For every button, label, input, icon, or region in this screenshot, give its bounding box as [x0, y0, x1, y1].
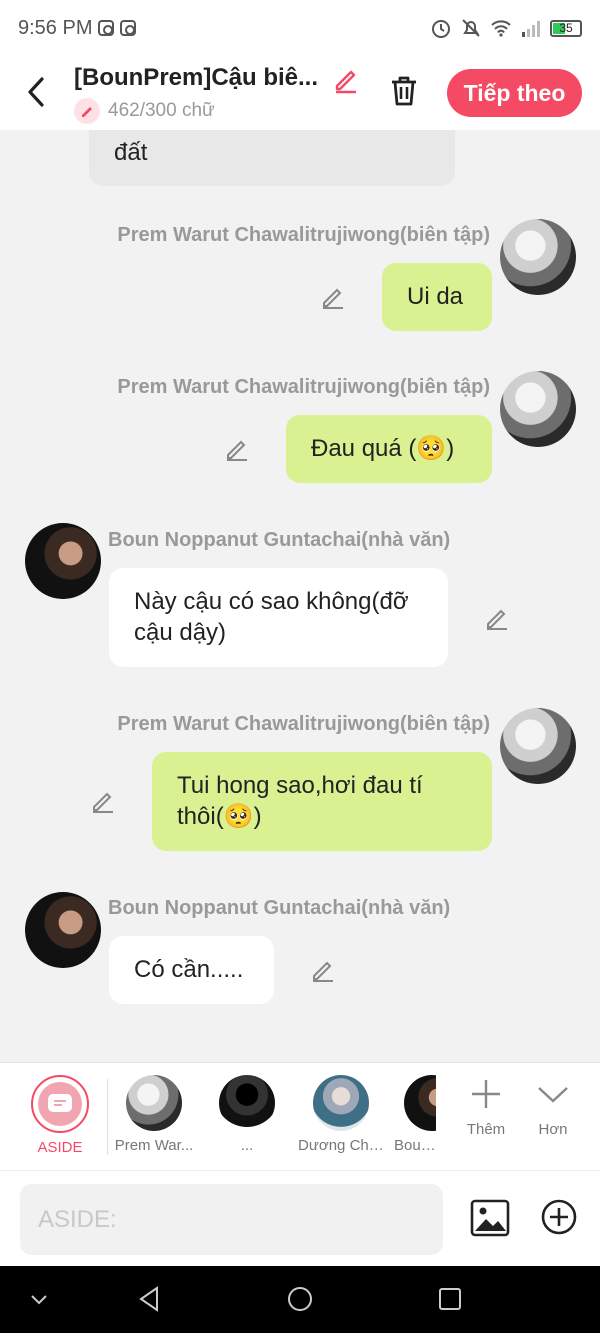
character-label: Dương Chí...: [298, 1137, 384, 1154]
plus-icon: [472, 1080, 500, 1108]
speaker-name: Prem Warut Chawalitrujiwong(biên tập): [117, 376, 490, 398]
chevron-down-icon: [538, 1087, 568, 1103]
message-bubble-partial[interactable]: đất: [89, 130, 455, 186]
bell-off-icon: [462, 19, 480, 37]
avatar[interactable]: [25, 523, 101, 599]
message-bubble[interactable]: Có cần.....: [109, 936, 274, 1004]
avatar[interactable]: [500, 219, 576, 295]
avatar-silhouette: [219, 1075, 275, 1131]
add-character-button[interactable]: Thêm: [455, 1077, 517, 1138]
message-input[interactable]: [20, 1184, 443, 1255]
story-title: [BounPrem]Cậu biê...: [74, 64, 319, 91]
avatar: [404, 1075, 436, 1131]
character-unnamed[interactable]: ...: [207, 1075, 287, 1154]
recents-icon[interactable]: [435, 1284, 465, 1314]
avatar: [126, 1075, 182, 1131]
back-icon[interactable]: [22, 74, 52, 110]
back-nav-icon[interactable]: [135, 1284, 165, 1314]
battery-icon: 35: [550, 19, 582, 37]
aside-icon: [38, 1082, 82, 1126]
pencil-badge-icon: [74, 98, 100, 124]
alarm-icon: [432, 20, 450, 38]
speaker-name: Boun Noppanut Guntachai(nhà văn): [108, 897, 451, 919]
message-text: đất: [114, 139, 148, 166]
character-bar: ASIDE Prem War... ... Dương Chí... Boun …: [0, 1062, 600, 1170]
avatar[interactable]: [25, 892, 101, 968]
battery-level: 35: [559, 20, 573, 35]
next-button[interactable]: Tiếp theo: [447, 69, 582, 117]
edit-message-icon[interactable]: [484, 605, 510, 631]
avatar[interactable]: [500, 708, 576, 784]
message-bubble[interactable]: Này cậu có sao không(đỡ cậu dậy): [109, 568, 448, 667]
image-icon[interactable]: [470, 1198, 510, 1238]
edit-message-icon[interactable]: [90, 788, 116, 814]
message-bubble[interactable]: Ui da: [382, 263, 492, 331]
status-time: 9:56 PM: [18, 16, 93, 39]
edit-message-icon[interactable]: [310, 957, 336, 983]
character-label: Prem War...: [114, 1137, 194, 1154]
screen: 9:56 PM 35 [BounPrem]Cậu biê... 462/300 …: [0, 0, 600, 1333]
add-label: Thêm: [466, 1121, 506, 1138]
edit-title-icon[interactable]: [332, 66, 360, 94]
avatar: [313, 1075, 369, 1131]
character-boun[interactable]: Boun N: [392, 1075, 436, 1154]
message-text: Đau quá (🥺): [311, 435, 455, 462]
chat-area[interactable]: đất Prem Warut Chawalitrujiwong(biên tập…: [0, 130, 600, 1062]
home-icon[interactable]: [285, 1284, 315, 1314]
status-bar: 9:56 PM 35: [0, 0, 600, 56]
wifi-icon: [491, 20, 511, 37]
more-characters-button[interactable]: Hơn: [522, 1077, 584, 1138]
instagram-icon: [98, 20, 115, 36]
character-duong[interactable]: Dương Chí...: [298, 1075, 384, 1154]
speaker-name: Prem Warut Chawalitrujiwong(biên tập): [117, 224, 490, 246]
edit-message-icon[interactable]: [224, 436, 250, 462]
word-count-row: 462/300 chữ: [74, 98, 215, 124]
hide-keyboard-icon[interactable]: [24, 1284, 54, 1314]
message-text: Tui hong sao,hơi đau tí thôi(🥺): [177, 772, 423, 830]
message-text: Có cần.....: [134, 956, 244, 983]
character-label: ...: [240, 1137, 254, 1154]
character-aside[interactable]: ASIDE: [22, 1075, 98, 1156]
word-count: 462/300 chữ: [108, 100, 215, 121]
instagram-icon: [120, 20, 137, 36]
more-label: Hơn: [538, 1121, 568, 1138]
add-icon[interactable]: [540, 1198, 578, 1236]
avatar[interactable]: [500, 371, 576, 447]
header: [BounPrem]Cậu biê... 462/300 chữ Tiếp th…: [0, 56, 600, 130]
signal-icon: [522, 21, 540, 37]
message-text: Ui da: [407, 283, 464, 310]
message-bubble[interactable]: Tui hong sao,hơi đau tí thôi(🥺): [152, 752, 492, 851]
trash-icon[interactable]: [388, 74, 420, 108]
edit-message-icon[interactable]: [320, 284, 346, 310]
character-label: Boun N: [394, 1137, 436, 1154]
speaker-name: Prem Warut Chawalitrujiwong(biên tập): [117, 713, 490, 735]
message-bubble[interactable]: Đau quá (🥺): [286, 415, 492, 483]
character-label: ASIDE: [37, 1139, 83, 1156]
input-bar: [0, 1170, 600, 1266]
system-nav-bar: [0, 1266, 600, 1333]
speaker-name: Boun Noppanut Guntachai(nhà văn): [108, 529, 451, 551]
message-text: Này cậu có sao không(đỡ cậu dậy): [134, 588, 409, 646]
divider: [107, 1079, 108, 1155]
character-prem[interactable]: Prem War...: [112, 1075, 196, 1154]
